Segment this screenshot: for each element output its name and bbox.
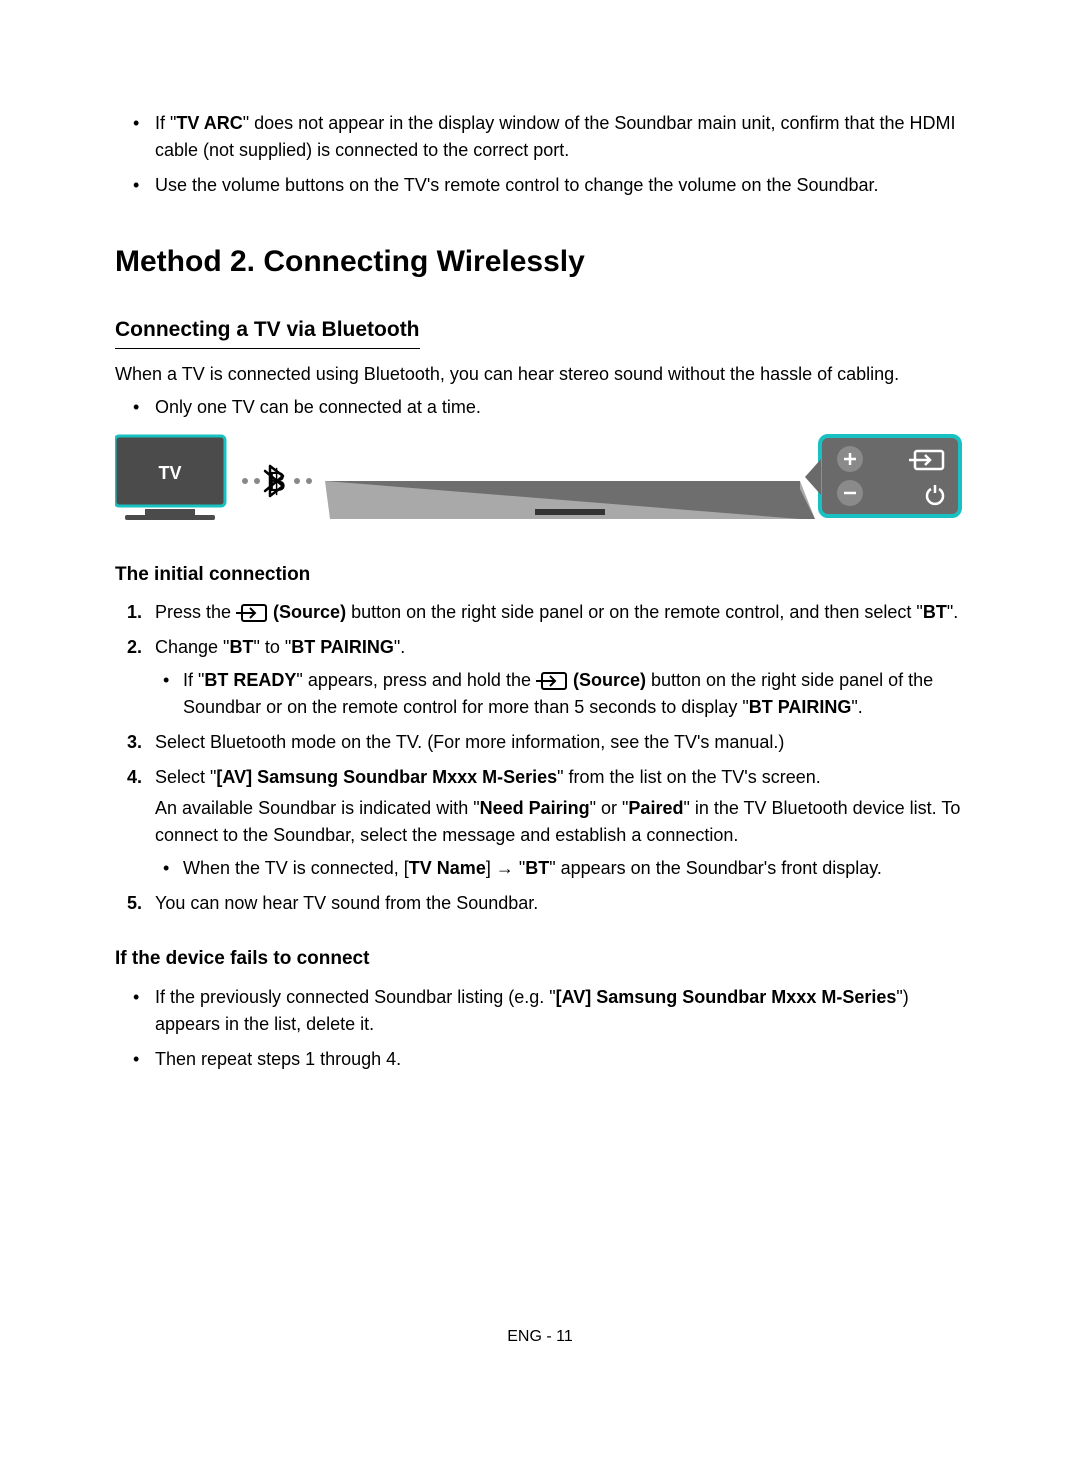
sub-heading: The initial connection: [115, 561, 965, 590]
paragraph: When a TV is connected using Bluetooth, …: [115, 361, 965, 388]
list-item: If "TV ARC" does not appear in the displ…: [155, 110, 965, 164]
list-item: When the TV is connected, [TV Name] → "B…: [183, 855, 965, 882]
text: Then repeat steps 1 through 4.: [155, 1049, 401, 1069]
step-3: Select Bluetooth mode on the TV. (For mo…: [155, 729, 965, 756]
text: ".: [851, 697, 862, 717]
bold-text: [AV] Samsung Soundbar Mxxx M-Series: [556, 987, 897, 1007]
step-2: Change "BT" to "BT PAIRING". If "BT READ…: [155, 634, 965, 721]
text: " does not appear in the display window …: [155, 113, 956, 160]
bold-text: BT PAIRING: [749, 697, 852, 717]
text: " or ": [590, 798, 629, 818]
source-icon: [236, 603, 268, 623]
step-4: Select "[AV] Samsung Soundbar Mxxx M-Ser…: [155, 764, 965, 882]
list-item: If "BT READY" appears, press and hold th…: [183, 667, 965, 721]
bold-text: BT READY: [204, 670, 296, 690]
top-bullet-list: If "TV ARC" does not appear in the displ…: [115, 110, 965, 199]
text: " appears on the Soundbar's front displa…: [549, 858, 882, 878]
text: " appears, press and hold the: [296, 670, 536, 690]
bold-text: (Source): [568, 670, 646, 690]
list-item: Then repeat steps 1 through 4.: [155, 1046, 965, 1073]
text: button on the right side panel or on the…: [346, 602, 923, 622]
bold-text: (Source): [268, 602, 346, 622]
bold-text: Need Pairing: [480, 798, 590, 818]
numbered-steps: Press the (Source) button on the right s…: [115, 599, 965, 917]
text: " to ": [253, 637, 291, 657]
source-icon: [536, 671, 568, 691]
text: You can now hear TV sound from the Sound…: [155, 893, 538, 913]
text: Only one TV can be connected at a time.: [155, 397, 481, 417]
step-1: Press the (Source) button on the right s…: [155, 599, 965, 626]
sub-heading: If the device fails to connect: [115, 945, 965, 974]
bold-text: BT PAIRING: [291, 637, 394, 657]
bold-text: BT: [525, 858, 549, 878]
text: If ": [155, 113, 176, 133]
list-item: Use the volume buttons on the TV's remot…: [155, 172, 965, 199]
section-heading: Method 2. Connecting Wirelessly: [115, 239, 965, 284]
sub-bullet-list: When the TV is connected, [TV Name] → "B…: [155, 855, 965, 882]
text: ] → ": [486, 858, 525, 878]
text: " from the list on the TV's screen.: [557, 767, 821, 787]
text: Select Bluetooth mode on the TV. (For mo…: [155, 732, 784, 752]
bold-text: BT: [229, 637, 253, 657]
tv-label: TV: [158, 463, 181, 483]
list-item: If the previously connected Soundbar lis…: [155, 984, 965, 1038]
bullet-list: Only one TV can be connected at a time.: [115, 394, 965, 421]
text: If ": [183, 670, 204, 690]
text: Use the volume buttons on the TV's remot…: [155, 175, 879, 195]
text: ".: [947, 602, 958, 622]
bold-text: BT: [923, 602, 947, 622]
bold-text: TV ARC: [176, 113, 242, 133]
bold-text: TV Name: [409, 858, 486, 878]
text: When the TV is connected, [: [183, 858, 409, 878]
text: ".: [394, 637, 405, 657]
list-item: Only one TV can be connected at a time.: [155, 394, 965, 421]
sub-heading: Connecting a TV via Bluetooth: [115, 314, 420, 349]
page-footer: ENG - 11: [0, 1325, 1080, 1349]
bold-text: Paired: [628, 798, 683, 818]
text: An available Soundbar is indicated with …: [155, 798, 480, 818]
fail-bullet-list: If the previously connected Soundbar lis…: [115, 984, 965, 1073]
step-5: You can now hear TV sound from the Sound…: [155, 890, 965, 917]
sub-bullet-list: If "BT READY" appears, press and hold th…: [155, 667, 965, 721]
text: Press the: [155, 602, 236, 622]
text: If the previously connected Soundbar lis…: [155, 987, 556, 1007]
text: Change ": [155, 637, 229, 657]
text: Select ": [155, 767, 216, 787]
bold-text: [AV] Samsung Soundbar Mxxx M-Series: [216, 767, 557, 787]
connection-diagram: TV ฿: [115, 431, 965, 526]
